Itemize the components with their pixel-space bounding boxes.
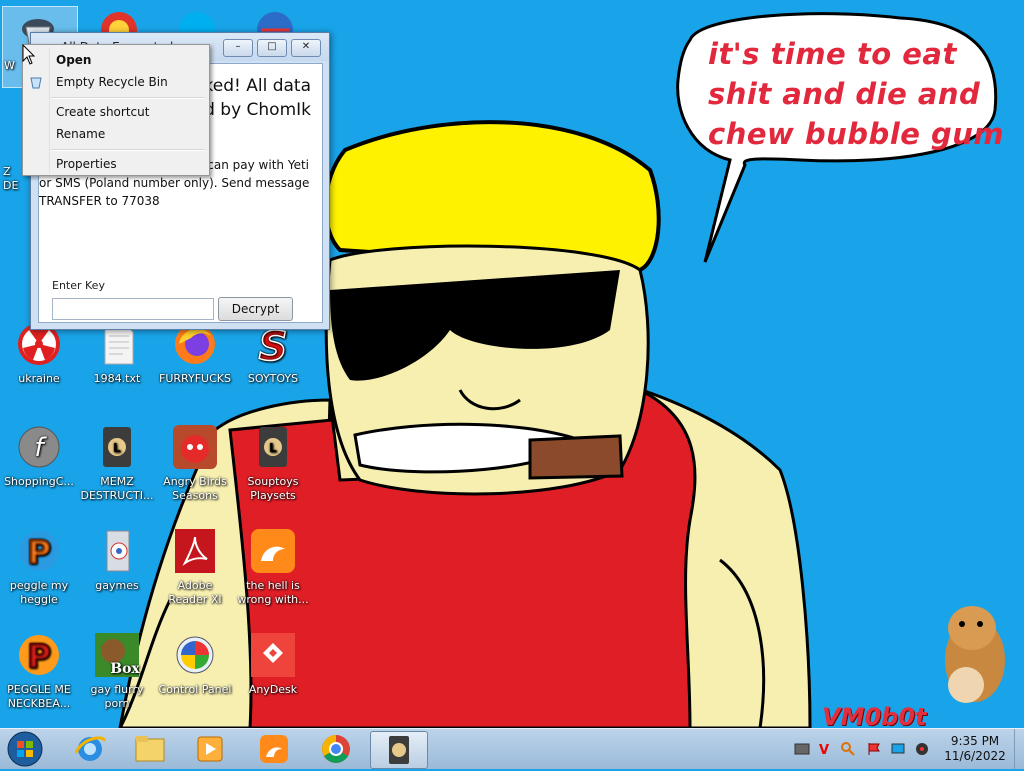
tray-flag-icon[interactable] bbox=[866, 741, 882, 757]
taskbar-internet-explorer[interactable] bbox=[62, 731, 118, 767]
memz-icon bbox=[389, 736, 409, 764]
signature: VM0b0t bbox=[822, 703, 927, 728]
icon-label: AnyDesk bbox=[248, 683, 298, 696]
menu-separator bbox=[51, 97, 205, 99]
internet-explorer-icon bbox=[74, 736, 106, 761]
show-desktop-button[interactable] bbox=[1014, 729, 1024, 769]
menu-gutter bbox=[49, 47, 50, 173]
icon-label: gaymes bbox=[95, 579, 139, 592]
icon-label: ukraine bbox=[18, 372, 60, 385]
desktop-icon-the-hell[interactable]: the hell is wrong with... bbox=[234, 527, 312, 607]
desktop-icon-souptoys[interactable]: L Souptoys Playsets bbox=[234, 423, 312, 503]
desktop-icon-shoppingc[interactable]: f ShoppingC... bbox=[0, 423, 78, 489]
flash-icon: f bbox=[15, 423, 63, 471]
desktop-icon-peggle-me[interactable]: P PEGGLE ME NECKBEA... bbox=[0, 631, 78, 711]
desktop-icon-angry-birds[interactable]: Angry Birds Seasons bbox=[156, 423, 234, 503]
start-orb-icon bbox=[7, 731, 43, 767]
icon-label: Angry Birds Seasons bbox=[163, 475, 227, 502]
icon-label: SOYTOYS bbox=[247, 372, 299, 385]
taskbar-uc-browser[interactable] bbox=[246, 731, 302, 767]
icon-label: MEMZ DESTRUCTI... bbox=[80, 475, 154, 502]
key-input[interactable] bbox=[52, 298, 214, 320]
taskbar-file-explorer[interactable] bbox=[122, 731, 178, 767]
icon-label: FURRYFUCKS bbox=[159, 372, 231, 385]
minimize-button[interactable]: – bbox=[223, 39, 253, 57]
desktop-icon-memz[interactable]: L MEMZ DESTRUCTI... bbox=[78, 423, 156, 503]
chrome-icon bbox=[322, 735, 350, 763]
menu-separator bbox=[51, 149, 205, 151]
tray-network-icon[interactable] bbox=[794, 741, 810, 757]
svg-text:V: V bbox=[819, 743, 829, 757]
maximize-button[interactable]: □ bbox=[257, 39, 287, 57]
close-button[interactable]: ✕ bbox=[291, 39, 321, 57]
peggle-icon: P bbox=[15, 527, 63, 575]
desktop-icon-gaymes[interactable]: gaymes bbox=[78, 527, 156, 593]
bonzi-box-icon: Box bbox=[93, 631, 141, 679]
tray-volume-icon[interactable] bbox=[914, 741, 930, 757]
svg-text:L: L bbox=[113, 441, 121, 455]
souptoys-icon: L bbox=[249, 423, 297, 471]
icon-label: ShoppingC... bbox=[4, 475, 74, 488]
icon-label: 1984.txt bbox=[93, 372, 141, 385]
icon-label: the hell is wrong with... bbox=[237, 579, 309, 606]
menu-item-create-shortcut[interactable]: Create shortcut bbox=[56, 105, 149, 119]
enter-key-label: Enter Key bbox=[52, 279, 105, 292]
desktop-icon-adobe-reader[interactable]: Adobe Reader XI bbox=[156, 527, 234, 607]
tray-search-icon[interactable] bbox=[840, 741, 856, 757]
icon-label: Adobe Reader XI bbox=[168, 579, 222, 606]
taskbar: V 9:35 PM 11/6/2022 bbox=[0, 728, 1024, 769]
tray-display-icon[interactable] bbox=[890, 741, 906, 757]
desktop-icon-control-panel[interactable]: Control Panel bbox=[156, 631, 234, 697]
mouse-cursor-icon bbox=[22, 44, 36, 65]
adobe-reader-icon bbox=[171, 527, 219, 575]
context-menu: Open Empty Recycle Bin Create shortcut R… bbox=[22, 44, 210, 176]
control-panel-icon bbox=[171, 631, 219, 679]
svg-text:P: P bbox=[27, 637, 50, 675]
desktop-icon-anydesk[interactable]: AnyDesk bbox=[234, 631, 312, 697]
decrypt-button[interactable]: Decrypt bbox=[218, 297, 293, 321]
taskbar-memz[interactable] bbox=[370, 731, 428, 769]
angry-birds-icon bbox=[171, 423, 219, 471]
recycle-bin-small-icon bbox=[29, 75, 43, 89]
file-explorer-icon bbox=[135, 736, 165, 762]
svg-text:P: P bbox=[27, 533, 50, 571]
icon-label: Control Panel bbox=[158, 683, 232, 696]
icon-label: peggle my heggle bbox=[9, 579, 69, 606]
tray-clock[interactable]: 9:35 PM 11/6/2022 bbox=[940, 734, 1010, 764]
taskbar-chrome[interactable] bbox=[308, 731, 364, 767]
menu-item-open[interactable]: Open bbox=[56, 53, 91, 67]
svg-text:L: L bbox=[269, 441, 277, 455]
desktop[interactable]: it's time to eat shit and die and chew b… bbox=[0, 0, 1024, 728]
menu-item-empty-recycle-bin[interactable]: Empty Recycle Bin bbox=[56, 75, 168, 89]
clock-time: 9:35 PM bbox=[950, 734, 1000, 748]
anydesk-icon bbox=[249, 631, 297, 679]
icon-label: PEGGLE ME NECKBEA... bbox=[7, 683, 71, 710]
icon-label: Souptoys Playsets bbox=[247, 475, 299, 502]
speech-bubble-text: it's time to eat shit and die and chew b… bbox=[708, 37, 1005, 151]
media-player-icon bbox=[197, 736, 223, 762]
clock-date: 11/6/2022 bbox=[944, 749, 1006, 763]
peggle-icon: P bbox=[15, 631, 63, 679]
menu-item-rename[interactable]: Rename bbox=[56, 127, 105, 141]
icon-label: gay flurry porn bbox=[90, 683, 144, 710]
start-button[interactable] bbox=[6, 730, 44, 768]
menu-item-properties[interactable]: Properties bbox=[56, 157, 117, 171]
desktop-icon-gay-flurry[interactable]: Box gay flurry porn bbox=[78, 631, 156, 711]
uc-browser-icon bbox=[260, 735, 288, 763]
instruction-line-3: TRANSFER to 77038 bbox=[39, 194, 160, 208]
svg-text:S: S bbox=[259, 324, 288, 368]
svg-text:Box: Box bbox=[110, 661, 140, 677]
partial-label-de: DE bbox=[3, 179, 19, 192]
games-folder-icon bbox=[93, 527, 141, 575]
tray-antivirus-icon[interactable]: V bbox=[816, 741, 832, 758]
taskbar-media-player[interactable] bbox=[182, 731, 238, 767]
uc-browser-icon bbox=[249, 527, 297, 575]
instruction-line-2: or SMS (Poland number only). Send messag… bbox=[39, 176, 310, 190]
memz-icon: L bbox=[93, 423, 141, 471]
desktop-icon-peggle-my-heggle[interactable]: P peggle my heggle bbox=[0, 527, 78, 607]
